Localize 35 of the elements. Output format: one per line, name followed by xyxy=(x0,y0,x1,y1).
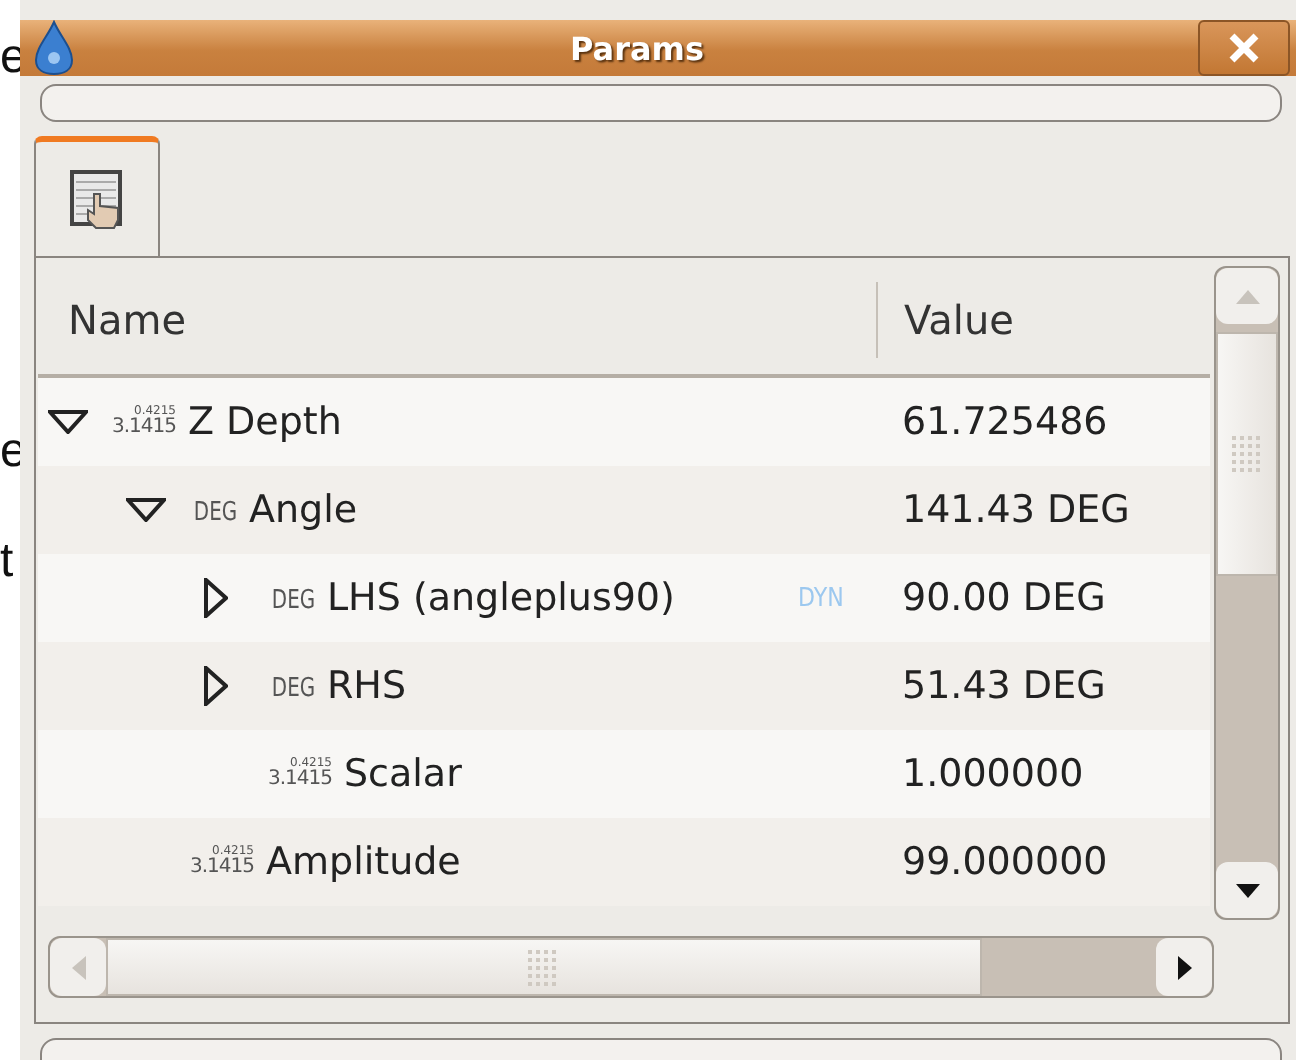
vertical-scrollbar[interactable] xyxy=(1214,266,1280,920)
param-name: LHS (angleplus90) xyxy=(326,576,675,620)
unit-label: 3.1415 xyxy=(268,770,332,790)
param-name: Z Depth xyxy=(188,400,342,444)
window-title: Params xyxy=(568,29,706,67)
unit-label: 3.1415 xyxy=(190,858,254,878)
dynamic-label: DYN xyxy=(798,583,844,613)
column-header[interactable]: Value xyxy=(876,282,1210,358)
params-tab[interactable] xyxy=(34,136,160,256)
param-name: Scalar xyxy=(344,752,462,796)
param-value: 90.00 DEG xyxy=(900,574,1108,624)
param-value: 99.000000 xyxy=(900,838,1110,888)
list-hand-icon xyxy=(69,169,125,229)
param-name: Angle xyxy=(248,488,358,532)
param-name: RHS xyxy=(326,664,407,708)
background-text: t xyxy=(0,536,16,588)
tree-row[interactable]: DEG Angle 141.43 DEG xyxy=(38,466,1210,554)
column-header[interactable]: Name xyxy=(38,266,876,374)
param-value: 1.000000 xyxy=(900,750,1086,800)
unit-label: DEG xyxy=(271,674,316,704)
right-arrow-icon[interactable] xyxy=(1177,955,1191,979)
param-value: 141.43 DEG xyxy=(900,486,1132,536)
unit-label: DEG xyxy=(193,498,238,528)
unit-label: DEG xyxy=(271,586,316,616)
down-arrow-icon[interactable] xyxy=(1235,883,1259,897)
param-value: 61.725486 xyxy=(900,398,1110,448)
close-icon[interactable] xyxy=(1226,32,1262,64)
horizontal-scrollbar[interactable] xyxy=(48,936,1214,998)
unit-label: 3.1415 xyxy=(112,418,176,438)
close-button[interactable] xyxy=(1198,20,1290,76)
tree-row[interactable]: DEG LHS (angleplus90) DYN 90.00 DEG xyxy=(38,554,1210,642)
app-logo-icon xyxy=(32,20,76,76)
tree-row[interactable]: DEG RHS 51.43 DEG xyxy=(38,642,1210,730)
param-name: Amplitude xyxy=(266,840,461,884)
param-value: 51.43 DEG xyxy=(900,662,1108,712)
